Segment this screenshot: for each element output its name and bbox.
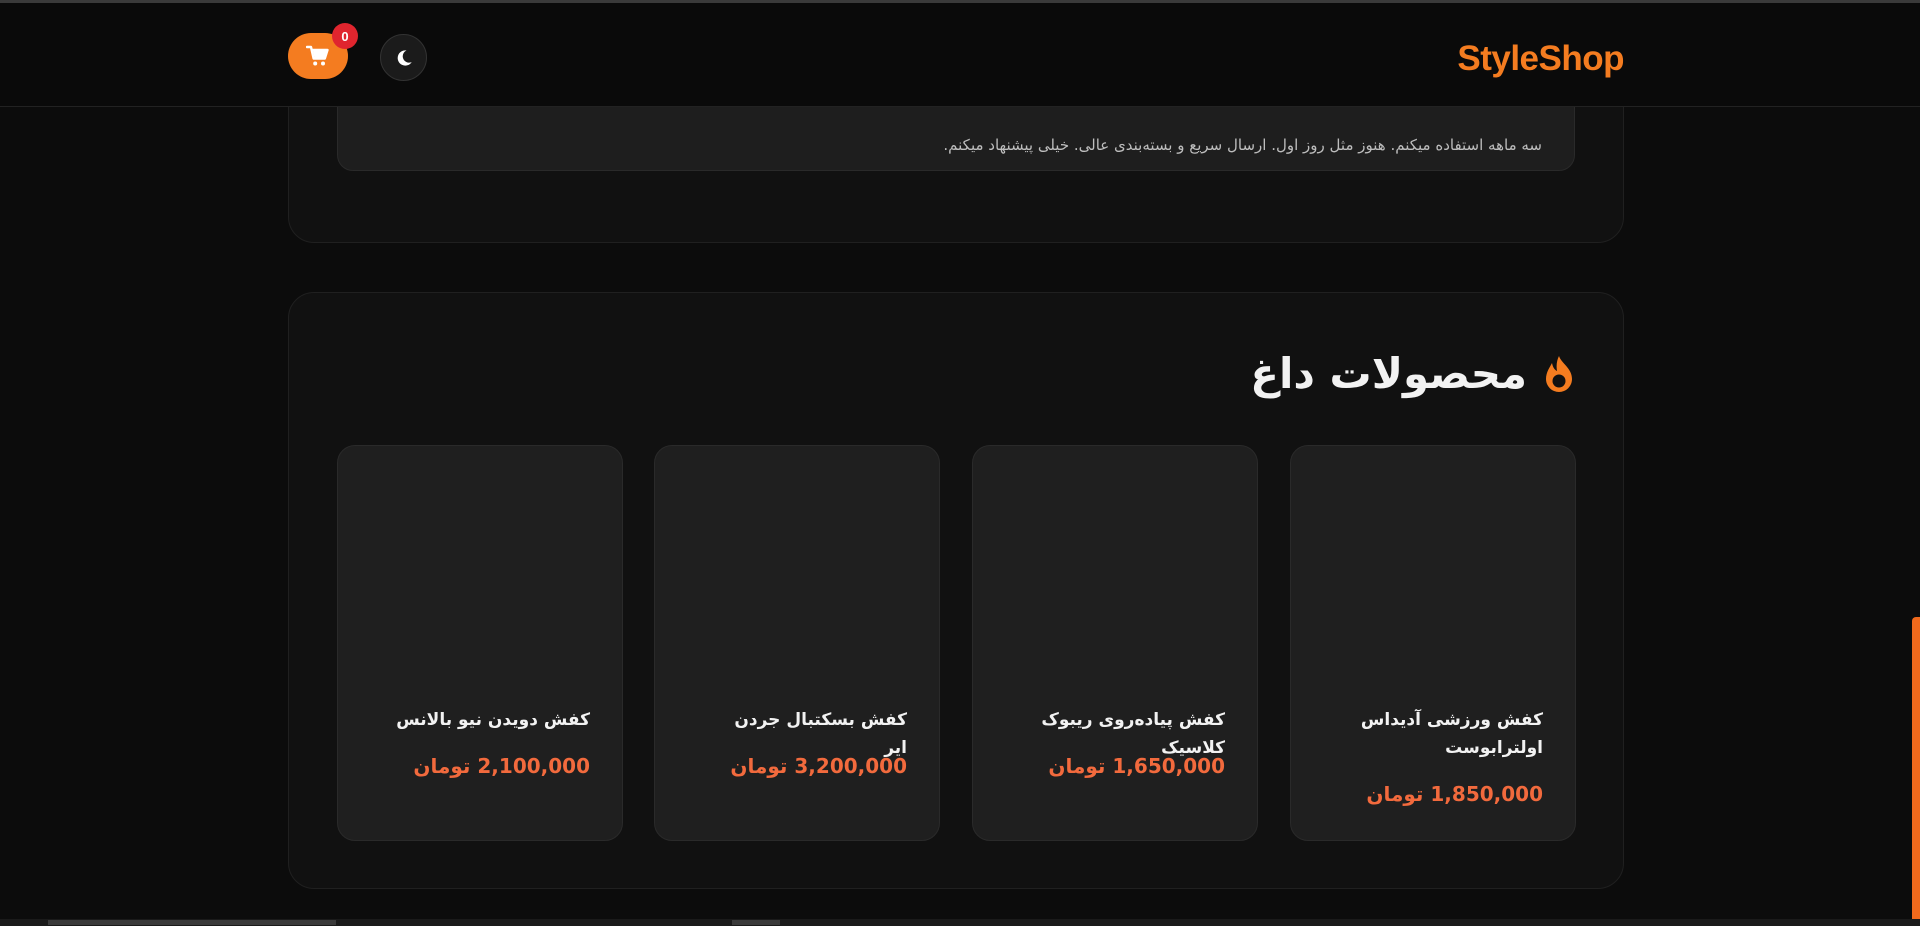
product-price: 1,650,000 تومان xyxy=(1048,754,1225,778)
cart-count-badge: 0 xyxy=(332,23,358,49)
fire-icon xyxy=(1546,355,1572,392)
product-card-2[interactable]: کفش پیاده‌روی ریبوک کلاسیک 1,650,000 توم… xyxy=(972,445,1258,841)
product-card-3[interactable]: کفش بسکتبال جردن ایر 3,200,000 تومان xyxy=(654,445,940,841)
site-logo[interactable]: StyleShop xyxy=(1457,39,1624,79)
hot-products-section: محصولات داغ کفش ورزشی آدیداس اولترابوست … xyxy=(288,292,1624,889)
cart-button[interactable]: 0 xyxy=(288,23,358,79)
vertical-scrollbar-thumb[interactable] xyxy=(1912,617,1920,926)
hot-products-heading: محصولات داغ xyxy=(1250,349,1577,398)
product-price: 1,850,000 تومان xyxy=(1366,782,1543,806)
site-header: StyleShop 0 xyxy=(0,3,1920,107)
product-card-4[interactable]: کفش دویدن نیو بالانس 2,100,000 تومان xyxy=(337,445,623,841)
product-price: 2,100,000 تومان xyxy=(413,754,590,778)
horizontal-scrollbar[interactable] xyxy=(0,919,1920,926)
product-price: 3,200,000 تومان xyxy=(730,754,907,778)
moon-icon xyxy=(397,49,412,66)
horizontal-scrollbar-segment xyxy=(732,920,780,925)
review-text: سه ماهه استفاده میکنم. هنوز مثل روز اول.… xyxy=(943,136,1542,154)
cart-icon xyxy=(306,45,329,66)
product-card-1[interactable]: کفش ورزشی آدیداس اولترابوست 1,850,000 تو… xyxy=(1290,445,1576,841)
theme-toggle-button[interactable] xyxy=(380,34,427,81)
product-name[interactable]: کفش ورزشی آدیداس اولترابوست xyxy=(1343,706,1543,762)
product-name[interactable]: کفش دویدن نیو بالانس xyxy=(390,706,590,734)
hot-products-title: محصولات داغ xyxy=(1250,349,1527,398)
horizontal-scrollbar-thumb[interactable] xyxy=(48,920,336,925)
